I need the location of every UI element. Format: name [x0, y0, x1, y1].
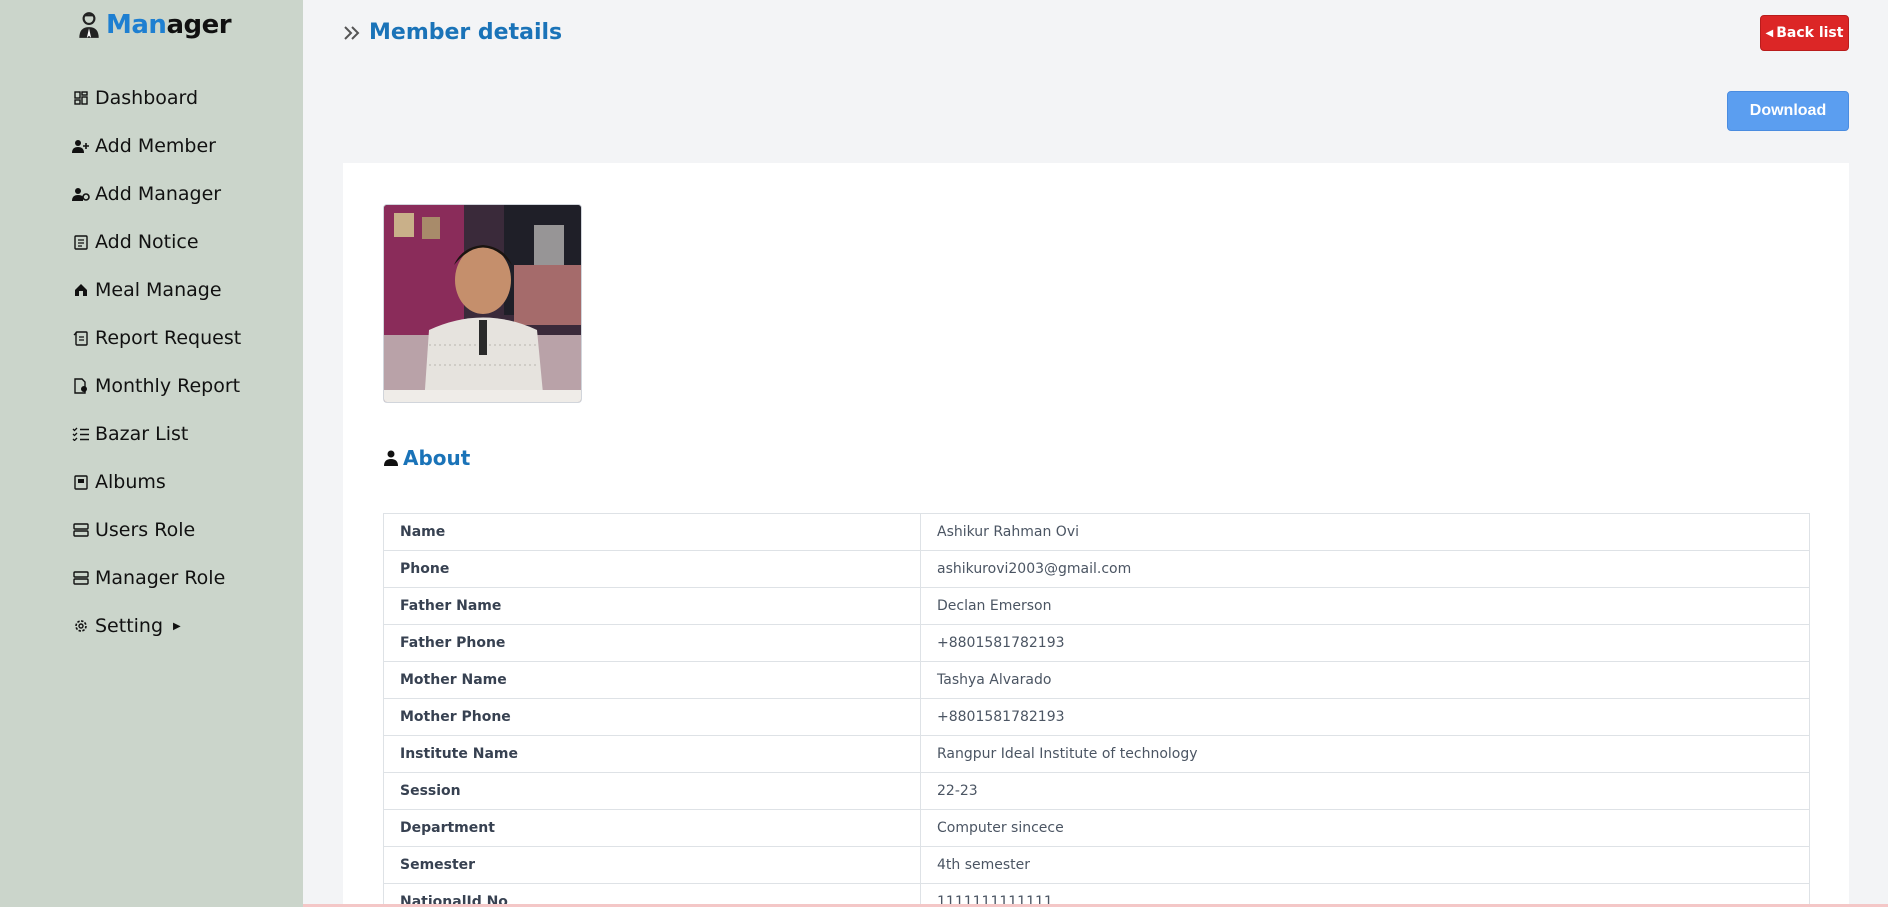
- sidebar: Man ager Dashboard Add Member Add Manager…: [0, 0, 303, 907]
- table-row: Father Name Declan Emerson: [383, 587, 1810, 625]
- page-title-text: Member details: [369, 20, 563, 45]
- table-row: Phone ashikurovi2003@gmail.com: [383, 550, 1810, 588]
- detail-value: 4th semester: [920, 846, 1810, 884]
- table-row: Father Phone +8801581782193: [383, 624, 1810, 662]
- sidebar-item-monthly-report[interactable]: Monthly Report: [72, 362, 241, 410]
- about-heading-text: About: [403, 446, 471, 470]
- detail-value: +8801581782193: [920, 698, 1810, 736]
- app-logo[interactable]: Man ager: [76, 10, 232, 40]
- detail-value: Computer sincece: [920, 809, 1810, 847]
- sidebar-item-label: Report Request: [95, 327, 242, 349]
- page-title: Member details: [343, 20, 562, 45]
- table-row: Mother Phone +8801581782193: [383, 698, 1810, 736]
- detail-label: Phone: [383, 550, 921, 588]
- detail-value: ashikurovi2003@gmail.com: [920, 550, 1810, 588]
- table-row: Department Computer sincece: [383, 809, 1810, 847]
- album-icon: [72, 473, 90, 491]
- sidebar-item-add-notice[interactable]: Add Notice: [72, 218, 241, 266]
- detail-value: Declan Emerson: [920, 587, 1810, 625]
- dashboard-icon: [72, 89, 90, 107]
- back-list-label: Back list: [1776, 25, 1844, 41]
- sidebar-item-label: Setting: [95, 615, 164, 637]
- detail-label: Semester: [383, 846, 921, 884]
- user-plus-icon: [72, 137, 90, 155]
- member-photo: [383, 204, 582, 403]
- notice-icon: [72, 233, 90, 251]
- user-gear-icon: [72, 185, 90, 203]
- sidebar-item-label: Meal Manage: [95, 279, 222, 301]
- sidebar-item-label: Albums: [95, 471, 166, 493]
- detail-label: Mother Phone: [383, 698, 921, 736]
- sidebar-item-add-manager[interactable]: Add Manager: [72, 170, 241, 218]
- home-icon: [72, 281, 90, 299]
- logo-text-ager: ager: [166, 10, 232, 40]
- monthly-report-icon: [72, 377, 90, 395]
- sidebar-item-label: Manager Role: [95, 567, 226, 589]
- logo-text-man: Man: [106, 10, 167, 40]
- server-icon: [72, 521, 90, 539]
- member-details-table: Name Ashikur Rahman Ovi Phone ashikurovi200…: [383, 513, 1810, 907]
- app-root: Man ager Dashboard Add Member Add Manager…: [0, 0, 1888, 907]
- table-row: Name Ashikur Rahman Ovi: [383, 513, 1810, 551]
- detail-value: Rangpur Ideal Institute of technology: [920, 735, 1810, 773]
- table-row: Semester 4th semester: [383, 846, 1810, 884]
- sidebar-item-report-request[interactable]: Report Request: [72, 314, 241, 362]
- caret-left-icon: ◀: [1765, 27, 1774, 39]
- sidebar-item-meal-manage[interactable]: Meal Manage: [72, 266, 241, 314]
- sidebar-item-label: Add Manager: [95, 183, 222, 205]
- table-row: Mother Name Tashya Alvarado: [383, 661, 1810, 699]
- back-list-button[interactable]: ◀ Back list: [1760, 15, 1849, 51]
- double-chevron-right-icon: [344, 25, 360, 40]
- detail-value: Ashikur Rahman Ovi: [920, 513, 1810, 551]
- report-request-icon: [72, 329, 90, 347]
- detail-label: Father Phone: [383, 624, 921, 662]
- list-check-icon: [72, 425, 90, 443]
- sidebar-item-label: Monthly Report: [95, 375, 241, 397]
- server-icon: [72, 569, 90, 587]
- sidebar-item-albums[interactable]: Albums: [72, 458, 241, 506]
- sidebar-nav: Dashboard Add Member Add Manager Add Not…: [72, 74, 241, 650]
- about-heading: About: [384, 446, 470, 470]
- sidebar-item-label: Dashboard: [95, 87, 199, 109]
- detail-label: Session: [383, 772, 921, 810]
- sidebar-item-label: Add Notice: [95, 231, 199, 253]
- sidebar-item-add-member[interactable]: Add Member: [72, 122, 241, 170]
- member-details-card: About Name Ashikur Rahman Ovi Phone ashikur…: [343, 163, 1849, 907]
- detail-label: Name: [383, 513, 921, 551]
- download-button[interactable]: Download: [1727, 91, 1849, 131]
- gear-icon: [72, 617, 90, 635]
- sidebar-item-label: Bazar List: [95, 423, 189, 445]
- sidebar-item-users-role[interactable]: Users Role: [72, 506, 241, 554]
- table-row: Institute Name Rangpur Ideal Institute of…: [383, 735, 1810, 773]
- sidebar-item-manager-role[interactable]: Manager Role: [72, 554, 241, 602]
- detail-label: Mother Name: [383, 661, 921, 699]
- manager-avatar-icon: [79, 12, 99, 38]
- sidebar-item-label: Add Member: [95, 135, 216, 157]
- table-row: Session 22-23: [383, 772, 1810, 810]
- sidebar-item-label: Users Role: [95, 519, 196, 541]
- caret-right-icon: ▶: [173, 620, 181, 632]
- sidebar-item-bazar-list[interactable]: Bazar List: [72, 410, 241, 458]
- detail-label: Department: [383, 809, 921, 847]
- detail-value: +8801581782193: [920, 624, 1810, 662]
- sidebar-item-dashboard[interactable]: Dashboard: [72, 74, 241, 122]
- main-content: Member details ◀ Back list Download Abou…: [303, 0, 1888, 907]
- detail-value: Tashya Alvarado: [920, 661, 1810, 699]
- detail-label: Institute Name: [383, 735, 921, 773]
- sidebar-item-setting[interactable]: Setting ▶: [72, 602, 241, 650]
- detail-label: Father Name: [383, 587, 921, 625]
- user-icon: [384, 450, 398, 466]
- detail-value: 22-23: [920, 772, 1810, 810]
